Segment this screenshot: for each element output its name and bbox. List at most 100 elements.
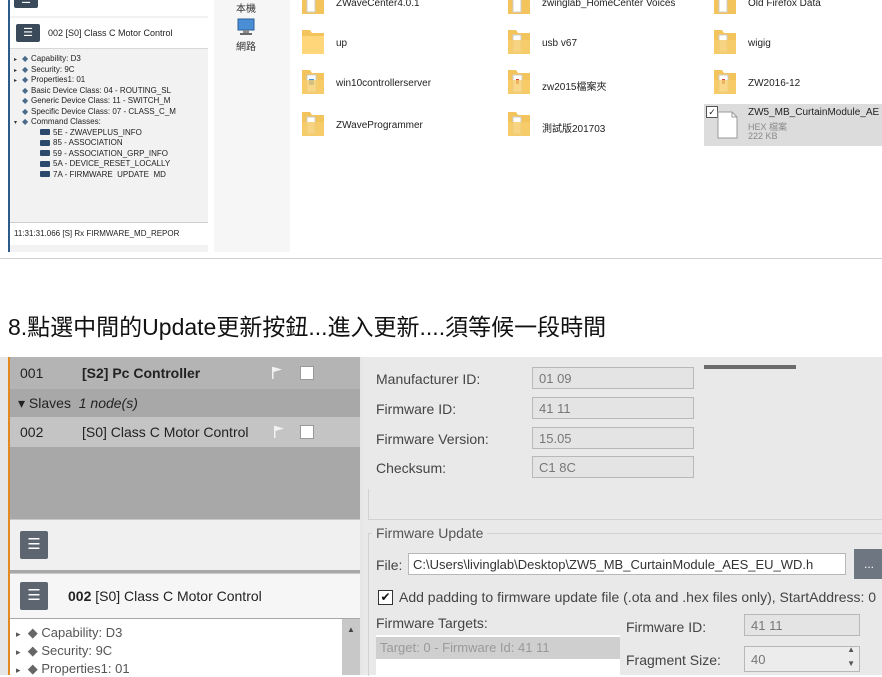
slaves-label: Slaves	[28, 395, 71, 411]
node-row[interactable]: 001 [S2] Pc Controller	[10, 357, 360, 389]
tree-item[interactable]: ▸ ◆ Security: 9C	[14, 65, 206, 76]
command-class-label: 5A - DEVICE_RESET_LOCALLY	[53, 159, 171, 168]
file-item[interactable]: wigig	[712, 26, 771, 61]
node-menu-bar: ☰	[10, 519, 360, 570]
node-info-panel: ☰ ☰ 002 [S0] Class C Motor Control ▸ ◆ Cap…	[8, 0, 208, 252]
tree-scrollbar[interactable]: ▲	[342, 619, 360, 675]
command-class-icon	[40, 150, 50, 157]
target-item[interactable]: Target: 0 - Firmware Id: 41 11	[376, 637, 620, 659]
stepper-down-icon[interactable]: ▼	[847, 659, 855, 669]
file-label: File:	[376, 557, 403, 573]
expand-arrow-icon[interactable]: ▸	[14, 67, 22, 74]
stepper-up-icon[interactable]: ▲	[847, 647, 855, 655]
firmware-targets-list[interactable]: Target: 0 - Firmware Id: 41 11	[376, 635, 620, 675]
file-item[interactable]: ZWaveCenter4.0.1	[300, 0, 420, 21]
command-class-icon	[40, 129, 50, 136]
explorer-file-list: ZWaveCenter4.0.1 zwinglab_HomeCenter Voi…	[290, 0, 882, 252]
flag-icon[interactable]	[274, 426, 284, 438]
fragment-size-stepper[interactable]: 40 ▲ ▼	[744, 646, 860, 672]
command-class-label: 5E - ZWAVEPLUS_INFO	[53, 127, 142, 137]
property-icon: ◆	[22, 54, 29, 63]
tree-item[interactable]: ▸ ◆ Capability: D3	[16, 625, 122, 641]
tree-item[interactable]: ▸ ◆ Capability: D3	[14, 54, 206, 65]
info-group-frame	[368, 489, 882, 520]
node-row[interactable]: 002 [S0] Class C Motor Control	[10, 417, 360, 447]
firmware-id-field: 41 11	[532, 397, 694, 419]
command-class-label: 7A - FIRMWARE_UPDATE_MD	[53, 169, 166, 178]
file-item[interactable]: zwinglab_HomeCenter Voices	[506, 0, 675, 21]
file-item[interactable]: 測試版201703	[506, 108, 605, 143]
command-class-item[interactable]: 5A - DEVICE_RESET_LOCALLY	[40, 159, 206, 170]
node-name: [S0] Class C Motor Control	[82, 424, 249, 440]
file-item[interactable]: up	[300, 26, 347, 61]
checksum-field: C1 8C	[532, 456, 694, 478]
file-name: up	[336, 38, 348, 49]
file-item[interactable]: Old Firefox Data	[712, 0, 821, 21]
tree-item-label: Capability: D3	[41, 625, 123, 640]
property-icon: ◆	[27, 661, 38, 676]
file-item[interactable]: zw2015檔案夾	[506, 66, 606, 101]
tree-item[interactable]: ◆ Specific Device Class: 07 - CLASS_C_M	[14, 107, 206, 118]
node-id: 001	[20, 365, 44, 381]
file-item[interactable]: usb v67	[506, 26, 577, 61]
collapse-arrow-icon[interactable]: ▾	[18, 395, 29, 411]
file-name: ZWaveProgrammer	[336, 120, 423, 131]
file-name: wigig	[748, 38, 771, 49]
manufacturer-id-field: 01 09	[532, 367, 694, 389]
network-icon[interactable]	[236, 16, 256, 36]
firmware-id-label: Firmware ID:	[376, 401, 457, 417]
command-class-item[interactable]: 7A - FIRMWARE_UPDATE_MD	[40, 170, 206, 178]
scroll-up-icon[interactable]: ▲	[347, 625, 355, 634]
file-name: win10controllerserver	[336, 78, 432, 89]
file-item[interactable]: ZW2016-12	[712, 66, 800, 101]
selected-file-item[interactable]: ✓ ZW5_MB_CurtainModule_AE HEX 檔案 222 KB	[704, 104, 882, 146]
panel-top-strip: ☰	[10, 0, 208, 16]
node-header-label: 002 [S0] Class C Motor Control	[48, 28, 173, 38]
tree-item[interactable]: ▾ ◆ Command Classes:	[14, 117, 206, 128]
browse-button[interactable]: ...	[854, 549, 882, 579]
collapse-arrow-icon[interactable]: ▾	[14, 119, 22, 126]
command-class-item[interactable]: 5E - ZWAVEPLUS_INFO	[40, 128, 206, 139]
node-property-tree: ▸ ◆ Capability: D3 ▸ ◆ Security: 9C ▸ ◆ …	[10, 619, 342, 676]
node-list-icon[interactable]: ☰	[16, 24, 40, 42]
tree-item-label: Properties1: 01	[31, 75, 86, 84]
slaves-count: 1 node(s)	[78, 395, 138, 411]
tree-item-label: Capability: D3	[31, 54, 81, 63]
node-list-icon[interactable]: ☰	[20, 582, 48, 610]
fragment-size-value: 40	[751, 652, 766, 667]
file-size: 222 KB	[748, 131, 778, 141]
selected-node-id: 002	[68, 588, 92, 604]
firmware-file-path-input[interactable]: C:\Users\livinglab\Desktop\ZW5_MB_Curtai…	[408, 553, 846, 575]
file-item[interactable]: ZWaveProgrammer	[300, 108, 423, 143]
target-item-label: Target: 0 - Firmware Id: 41 11	[380, 640, 550, 655]
hex-file-icon	[717, 111, 738, 139]
slaves-group-row[interactable]: ▾ Slaves 1 node(s)	[10, 389, 360, 417]
file-item[interactable]: win10controllerserver	[300, 66, 431, 101]
flag-icon[interactable]	[272, 367, 282, 379]
nav-network-label[interactable]: 網路	[236, 38, 256, 53]
tree-item[interactable]: ◆ Basic Device Class: 04 - ROUTING_SL	[14, 86, 206, 97]
slaves-group-label: ▾ Slaves 1 node(s)	[18, 395, 138, 412]
nav-this-pc-label[interactable]: 本機	[236, 0, 256, 15]
selected-node-title: 002 [S0] Class C Motor Control	[68, 588, 262, 604]
folder-icon	[714, 70, 736, 94]
tree-item[interactable]: ▸ ◆ Properties1: 01	[14, 75, 206, 86]
folder-icon	[508, 112, 530, 136]
expand-arrow-icon[interactable]: ▸	[14, 77, 22, 84]
node-checkbox[interactable]	[300, 425, 314, 439]
command-class-item[interactable]: 59 - ASSOCIATION_GRP_INFO	[40, 149, 206, 160]
list-menu-icon[interactable]: ☰	[20, 531, 48, 559]
node-checkbox[interactable]	[300, 366, 314, 380]
folder-icon	[302, 0, 324, 14]
expand-arrow-icon[interactable]: ▸	[14, 56, 22, 63]
progress-indicator	[704, 365, 796, 369]
command-class-item[interactable]: 85 - ASSOCIATION	[40, 138, 206, 149]
add-padding-checkbox[interactable]: ✔	[378, 590, 393, 605]
node-name: [S2] Pc Controller	[82, 365, 201, 381]
tree-item[interactable]: ◆ Generic Device Class: 11 - SWITCH_M	[14, 96, 206, 107]
menu-icon[interactable]: ☰	[14, 0, 38, 8]
tree-item[interactable]: ▸ ◆ Security: 9C	[16, 643, 112, 659]
file-name: ZW5_MB_CurtainModule_AE	[748, 107, 880, 118]
folder-icon	[508, 30, 530, 54]
instruction-caption: 8.點選中間的Update更新按鈕...進入更新....須等候一段時間	[8, 314, 607, 340]
